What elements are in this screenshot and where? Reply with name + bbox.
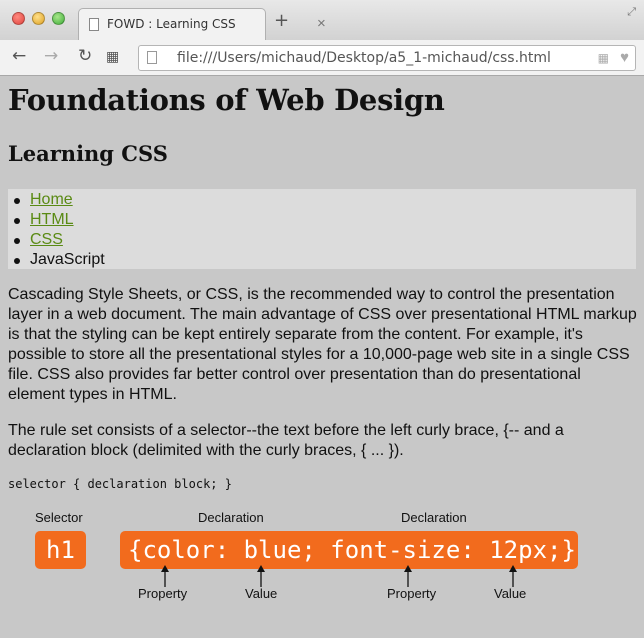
nav-item-css: CSS xyxy=(14,230,105,250)
page-title: Foundations of Web Design xyxy=(8,83,445,117)
diagram-property-label: Property xyxy=(138,586,188,601)
tab-close-icon[interactable]: × xyxy=(317,15,326,32)
nav-link-css[interactable]: CSS xyxy=(30,231,63,248)
diagram-value-label: Value xyxy=(245,586,278,601)
apps-grid-icon[interactable]: ▦ xyxy=(598,51,609,65)
nav-text-javascript: JavaScript xyxy=(30,251,105,268)
bookmark-heart-icon[interactable]: ♥ xyxy=(620,49,629,66)
nav-item-home: Home xyxy=(14,190,105,210)
browser-toolbar: ← → ↻ ▦ file:///Users/michaud/Desktop/a5… xyxy=(0,40,644,76)
ruleset-paragraph: The rule set consists of a selector--the… xyxy=(8,422,564,459)
page-subtitle: Learning CSS xyxy=(8,141,168,166)
diagram-property-label: Property xyxy=(387,586,437,601)
page-content: Foundations of Web Design Learning CSS H… xyxy=(0,77,644,638)
back-button[interactable]: ← xyxy=(12,46,26,66)
value-arrow-icon xyxy=(257,565,265,587)
diagram-selector-label: Selector xyxy=(35,510,83,525)
declaration-code-pill: {color: blue; font-size: 12px;} xyxy=(120,531,578,569)
intro-paragraph: Cascading Style Sheets, or CSS, is the r… xyxy=(8,286,637,403)
site-nav: Home HTML CSS JavaScript xyxy=(8,189,636,269)
window-titlebar: FOWD : Learning CSS × + ⤢ xyxy=(0,0,644,40)
zoom-window-button[interactable] xyxy=(52,12,65,25)
selector-code-pill: h1 xyxy=(35,531,86,569)
nav-item-html: HTML xyxy=(14,210,105,230)
page-document-icon xyxy=(89,18,99,31)
apps-grid-icon[interactable]: ▦ xyxy=(106,49,119,65)
nav-item-javascript: JavaScript xyxy=(14,250,105,270)
property-arrow-icon xyxy=(161,565,169,587)
address-bar[interactable]: file:///Users/michaud/Desktop/a5_1-micha… xyxy=(138,45,636,71)
reload-button[interactable]: ↻ xyxy=(78,46,92,66)
tab-title: FOWD : Learning CSS xyxy=(107,17,236,31)
forward-button[interactable]: → xyxy=(44,46,58,66)
value-arrow-icon xyxy=(509,565,517,587)
page-document-icon xyxy=(147,51,157,64)
nav-link-html[interactable]: HTML xyxy=(30,211,74,228)
diagram-declaration-label: Declaration xyxy=(198,510,264,525)
new-tab-button[interactable]: + xyxy=(274,10,289,31)
code-sample: selector { declaration block; } xyxy=(8,477,232,491)
close-window-button[interactable] xyxy=(12,12,25,25)
fullscreen-icon[interactable]: ⤢ xyxy=(627,6,636,19)
browser-tab[interactable]: FOWD : Learning CSS × xyxy=(78,8,326,40)
property-arrow-icon xyxy=(404,565,412,587)
minimize-window-button[interactable] xyxy=(32,12,45,25)
nav-link-home[interactable]: Home xyxy=(30,191,73,208)
diagram-value-label: Value xyxy=(494,586,527,601)
address-url[interactable]: file:///Users/michaud/Desktop/a5_1-micha… xyxy=(177,50,551,66)
diagram-declaration-label: Declaration xyxy=(401,510,467,525)
